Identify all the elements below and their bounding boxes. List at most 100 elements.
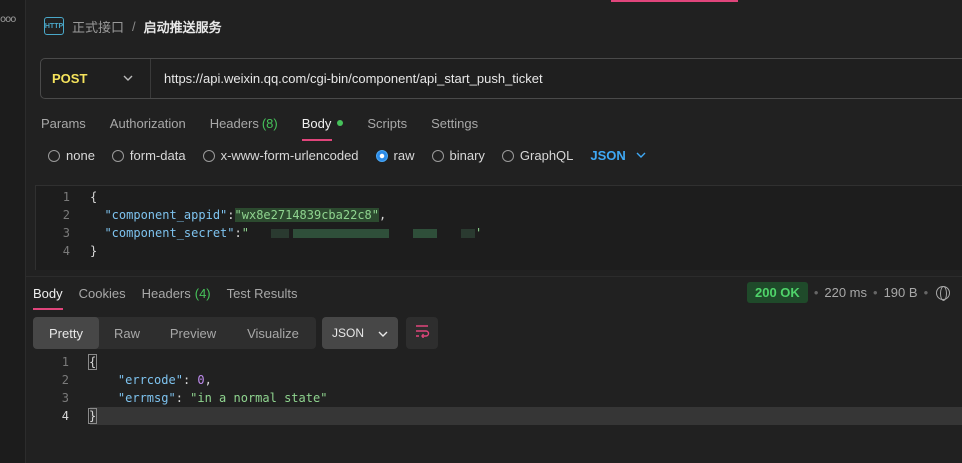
body-format-select[interactable]: JSON bbox=[590, 148, 646, 163]
radio-checked-icon[interactable] bbox=[375, 149, 388, 162]
tab-params[interactable]: Params bbox=[41, 113, 86, 133]
tab-authorization-label: Authorization bbox=[109, 115, 186, 131]
body-type-label: raw bbox=[393, 148, 415, 163]
line-number: 1 bbox=[61, 355, 69, 369]
code-line: 2 "component_appid":"wx8e2714839cba22c8"… bbox=[36, 206, 386, 224]
code-text: "component_appid":"wx8e2714839cba22c8", bbox=[90, 208, 386, 222]
chevron-down-icon bbox=[378, 326, 388, 340]
json-comma: , bbox=[204, 373, 212, 387]
json-colon: : bbox=[175, 391, 191, 405]
view-raw-button[interactable]: Raw bbox=[99, 317, 155, 349]
response-format-label: JSON bbox=[332, 326, 365, 340]
radio-icon[interactable] bbox=[501, 149, 514, 162]
globe-icon[interactable] bbox=[936, 285, 951, 301]
current-line-highlight bbox=[90, 407, 962, 425]
more-options-icon[interactable]: ooo bbox=[0, 14, 16, 25]
method-label: POST bbox=[52, 71, 88, 86]
line-number: 2 bbox=[62, 208, 70, 222]
line-number: 4 bbox=[61, 409, 69, 423]
code-line: 4 } bbox=[36, 242, 97, 260]
view-visualize-button[interactable]: Visualize bbox=[231, 317, 315, 349]
request-tabs: Params Authorization Headers (8) Body Scr… bbox=[41, 113, 502, 141]
method-select[interactable]: POST bbox=[41, 59, 151, 98]
code-text: "errmsg": "in a normal state" bbox=[89, 391, 328, 405]
code-line: 3 "component_secret":" ' bbox=[36, 224, 482, 242]
radio-icon[interactable] bbox=[202, 149, 215, 162]
code-text: } bbox=[87, 408, 98, 424]
body-type-label: GraphQL bbox=[519, 148, 574, 163]
meta-separator: • bbox=[873, 285, 878, 300]
code-line: 4 } bbox=[26, 407, 98, 425]
body-type-raw[interactable]: raw bbox=[375, 148, 415, 163]
tab-headers[interactable]: Headers (8) bbox=[210, 113, 278, 133]
body-type-label: x-www-form-urlencoded bbox=[220, 148, 359, 163]
meta-separator: • bbox=[813, 285, 819, 300]
json-value: 0 bbox=[197, 373, 205, 387]
response-time[interactable]: 220 ms bbox=[824, 285, 867, 300]
body-type-options: none form-data x-www-form-urlencoded raw… bbox=[48, 148, 646, 163]
json-value-end: ' bbox=[474, 226, 483, 240]
code-text: "component_secret":" ' bbox=[90, 226, 482, 240]
modified-dot-icon bbox=[337, 120, 344, 126]
response-tabs: Body Cookies Headers (4) Test Results bbox=[33, 284, 313, 310]
wrap-lines-icon bbox=[414, 324, 430, 343]
response-tab-label: Body bbox=[33, 285, 63, 301]
json-key: "component_secret" bbox=[104, 226, 235, 240]
headers-count: (8) bbox=[261, 115, 278, 131]
tab-body[interactable]: Body bbox=[301, 113, 344, 141]
app-window: ooo HTTP 正式接口 / 启动推送服务 POST Params Autho… bbox=[0, 0, 962, 463]
json-value-start: " bbox=[241, 226, 249, 240]
response-format-select[interactable]: JSON bbox=[322, 317, 398, 349]
tab-scripts[interactable]: Scripts bbox=[367, 113, 407, 133]
breadcrumb-separator: / bbox=[132, 18, 136, 34]
response-tab-body[interactable]: Body bbox=[33, 284, 63, 310]
tab-headers-label: Headers bbox=[209, 115, 259, 131]
response-tab-headers[interactable]: Headers (4) bbox=[142, 284, 211, 302]
code-text: { bbox=[90, 190, 98, 204]
wrap-lines-button[interactable] bbox=[406, 317, 438, 349]
url-input[interactable] bbox=[164, 71, 944, 86]
tab-body-label: Body bbox=[301, 115, 332, 131]
radio-icon[interactable] bbox=[431, 149, 444, 162]
tab-settings[interactable]: Settings bbox=[431, 113, 478, 133]
body-type-label: binary bbox=[449, 148, 485, 163]
code-text: } bbox=[90, 244, 98, 258]
response-tab-test-results[interactable]: Test Results bbox=[227, 284, 298, 302]
radio-icon[interactable] bbox=[111, 149, 124, 162]
body-type-none[interactable]: none bbox=[48, 148, 95, 163]
tab-settings-label: Settings bbox=[431, 115, 479, 131]
code-line: 2 "errcode": 0, bbox=[26, 371, 212, 389]
response-tab-cookies[interactable]: Cookies bbox=[79, 284, 126, 302]
body-format-label: JSON bbox=[590, 148, 626, 163]
view-preview-button[interactable]: Preview bbox=[155, 317, 231, 349]
divider bbox=[26, 276, 962, 277]
code-line: 1 { bbox=[26, 353, 98, 371]
json-value: "in a normal state" bbox=[190, 391, 328, 405]
redacted-block bbox=[270, 229, 289, 238]
body-type-label: form-data bbox=[129, 148, 186, 163]
body-type-binary[interactable]: binary bbox=[431, 148, 485, 163]
redacted-block bbox=[292, 229, 389, 238]
request-body-editor[interactable]: 1 { 2 "component_appid":"wx8e2714839cba2… bbox=[35, 185, 962, 270]
body-type-urlencoded[interactable]: x-www-form-urlencoded bbox=[202, 148, 359, 163]
active-tab-indicator bbox=[611, 0, 738, 2]
code-text: "errcode": 0, bbox=[89, 373, 212, 387]
tab-scripts-label: Scripts bbox=[367, 115, 408, 131]
json-colon: : bbox=[182, 373, 198, 387]
response-size[interactable]: 190 B bbox=[884, 285, 918, 300]
body-type-graphql[interactable]: GraphQL bbox=[501, 148, 574, 163]
response-tab-label: Headers bbox=[141, 285, 191, 301]
response-body-viewer[interactable]: 1 { 2 "errcode": 0, 3 "errmsg": "in a no… bbox=[26, 352, 962, 463]
json-comma: , bbox=[379, 208, 387, 222]
tab-params-label: Params bbox=[41, 115, 86, 131]
status-badge[interactable]: 200 OK bbox=[747, 282, 808, 303]
view-pretty-button[interactable]: Pretty bbox=[33, 317, 99, 349]
response-tab-label: Test Results bbox=[226, 285, 298, 301]
line-number: 3 bbox=[62, 226, 70, 240]
json-key: "component_appid" bbox=[104, 208, 228, 222]
request-name[interactable]: 启动推送服务 bbox=[144, 17, 222, 36]
radio-icon[interactable] bbox=[48, 149, 60, 162]
tab-authorization[interactable]: Authorization bbox=[110, 113, 186, 133]
body-type-form-data[interactable]: form-data bbox=[111, 148, 186, 163]
breadcrumb-parent[interactable]: 正式接口 bbox=[72, 17, 124, 36]
